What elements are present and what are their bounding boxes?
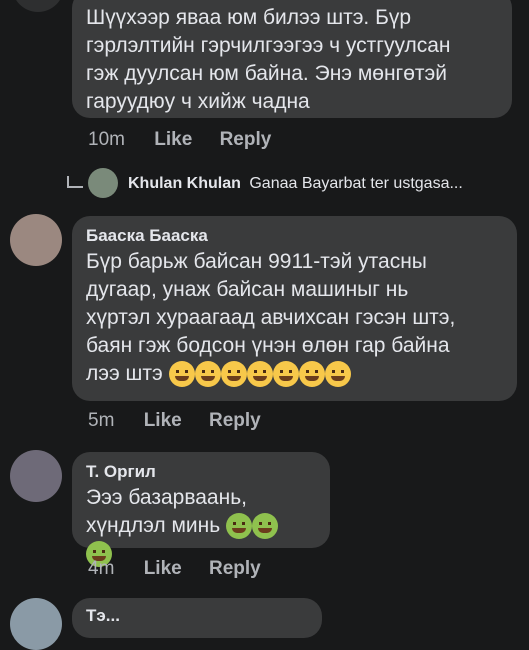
comment-actions: 10m Like Reply [88,129,271,151]
comment-text-line-with-emoji: лээ штэ [86,360,503,388]
reply-preview[interactable]: Khulan Khulan Ganaa Bayarbat ter ustgasa… [128,175,463,193]
comment-text: Эээ базарваань, хүндлэл минь [86,486,247,537]
comment-author[interactable]: Тэ... [86,606,308,626]
comment-text-line: гэж дуулсан юм байна. Энэ мөнгөтэй [86,62,447,85]
reply-snippet: Ganaa Bayarbat ter ustgasa... [249,175,463,192]
nauseated-emoji [252,513,278,540]
sweat-smile-emoji [272,361,299,388]
comment-bubble: Т. Оргил Эээ базарваань, хүндлэл минь [72,452,330,568]
comment-text-line-with-emoji: Эээ базарваань, хүндлэл минь [86,484,316,540]
avatar[interactable] [10,598,62,650]
comment-text-line: баян гэж бодсон үнэн өлөн гар байна [86,334,450,357]
comment-text-line: Шүүхээр яваа юм билээ штэ. Бүр [86,6,412,29]
reply-button[interactable]: Reply [220,129,272,151]
comment-bubble: Бааска Бааска Бүр барьж байсан 9911-тэй … [72,216,517,401]
comment-text-line: дугаар, унаж байсан машиныг нь [86,278,409,301]
timestamp: 10m [88,129,125,150]
comment-text-line: гэрлэлтийн гэрчилгээгээ ч устгуулсан [86,34,451,57]
avatar[interactable] [10,450,62,502]
timestamp: 5m [88,410,115,431]
like-button[interactable]: Like [144,558,182,580]
sweat-smile-emoji [324,361,351,388]
comment-text: лээ штэ [86,362,163,385]
comment-bubble: Шүүхээр яваа юм билээ штэ. Бүр гэрлэлтий… [72,0,512,118]
laugh-crying-emoji [168,361,195,388]
hug-emoji [194,361,221,388]
comment-text-line: гаруудюу ч хийж чадна [86,90,310,113]
sweat-smile-emoji [298,361,325,388]
comment-text-line: Бүр барьж байсан 9911-тэй утасны [86,250,427,273]
reply-button[interactable]: Reply [209,410,261,432]
sweat-smile-emoji [246,361,273,388]
comment-actions: 5m Like Reply [88,410,261,432]
like-button[interactable]: Like [144,410,182,432]
comment-text-line: хүртэл хураагаад авчихсан гэсэн штэ, [86,306,456,329]
avatar[interactable] [12,0,64,12]
avatar[interactable] [88,168,118,198]
nauseated-emoji [226,513,252,540]
comment-author[interactable]: Т. Оргил [86,462,316,482]
reply-arrow-icon [67,176,83,188]
comment-author[interactable]: Бааска Бааска [86,226,503,246]
comment-bubble: Тэ... [72,598,322,638]
reply-author[interactable]: Khulan Khulan [128,175,241,192]
comment-actions: 4m Like Reply [88,558,261,580]
tongue-emoji [220,361,247,388]
timestamp: 4m [88,558,115,579]
like-button[interactable]: Like [154,129,192,151]
avatar[interactable] [10,214,62,266]
reply-button[interactable]: Reply [209,558,261,580]
